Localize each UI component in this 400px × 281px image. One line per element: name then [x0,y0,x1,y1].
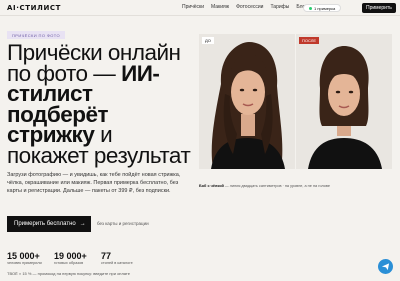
hero-tag: ПРИЧЁСКИ ПО ФОТО [7,31,65,39]
stat-number: 19 000+ [54,251,87,261]
stat-label: готовых образов [54,261,84,265]
status-dot-icon [309,6,312,10]
header: AI·СТИЛИСТ Причёски Макияж Фотосессии Та… [0,0,400,16]
nav-item-makeup[interactable]: Макияж [211,4,229,10]
page: AI·СТИЛИСТ Причёски Макияж Фотосессии Та… [0,0,400,281]
caption-style: Боб с чёлкой [199,184,224,188]
before-photo: ДО [199,34,295,169]
stat-number: 77 [101,251,112,261]
page-title: Причёски онлайн по фото — ИИ-стилист под… [7,41,192,166]
stat-users: 15 000+ человек примерили [7,251,54,266]
arrow-right-icon: → [79,221,86,227]
tries-badge: 1 примерка [303,4,342,12]
try-free-label: Примерить бесплатно [14,221,76,227]
try-free-button[interactable]: Примерить бесплатно → [7,216,91,232]
header-try-button[interactable]: Примерить [362,3,396,13]
nav-item-hairstyles[interactable]: Причёски [182,4,204,10]
caption-detail: — линия двадцать сантиметров · на уровне… [223,184,330,188]
stats: 15 000+ человек примерили 19 000+ готовы… [7,251,148,266]
cta-note: без карты и регистрации [97,221,149,226]
logo[interactable]: AI·СТИЛИСТ [7,4,61,12]
stat-looks: 19 000+ готовых образов [54,251,101,266]
photo-caption: Боб с чёлкой — линия двадцать сантиметро… [199,184,330,188]
chat-button[interactable] [378,259,393,274]
stat-styles: 77 стилей в каталоге [101,251,148,266]
before-label: ДО [202,37,214,44]
nav-item-photoshoots[interactable]: Фотосессии [236,4,263,10]
stat-label: человек примерили [7,261,42,265]
stat-number: 15 000+ [7,251,40,261]
portrait-bob-haircut-image [296,34,392,169]
nav-item-pricing[interactable]: Тарифы [270,4,289,10]
tries-badge-label: 1 примерка [314,5,336,11]
after-photo: ПОСЛЕ [296,34,392,169]
portrait-long-hair-image [199,34,295,169]
chat-icon [381,263,390,271]
hero-description: Загрузи фотографию — и увидишь, как тебе… [7,172,181,194]
after-label: ПОСЛЕ [299,37,320,44]
stat-label: стилей в каталоге [101,261,133,265]
main-nav: Причёски Макияж Фотосессии Тарифы Блог [182,4,307,10]
promo-note: ТВОЁ × 15 % — промокод на первую покупку… [7,271,130,276]
